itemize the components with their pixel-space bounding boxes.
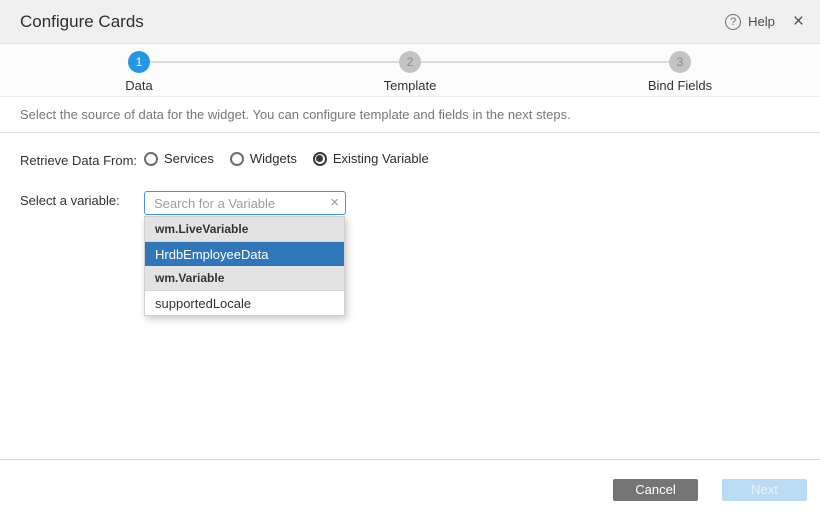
step-bind-fields[interactable]: 3 Bind Fields <box>620 51 740 93</box>
retrieve-data-row: Retrieve Data From: Services Widgets Exi… <box>20 151 800 168</box>
clear-search-icon[interactable]: × <box>330 194 339 211</box>
next-button[interactable]: Next <box>722 479 807 501</box>
radio-circle-icon <box>230 152 244 166</box>
radio-services[interactable]: Services <box>144 151 214 166</box>
dropdown-group-header: wm.LiveVariable <box>145 217 344 242</box>
configure-cards-dialog: Configure Cards ? Help × 1 Data 2 Templa… <box>0 0 820 519</box>
radio-existing-variable[interactable]: Existing Variable <box>313 151 429 166</box>
dialog-header: Configure Cards ? Help × <box>0 0 820 44</box>
radio-existing-variable-label: Existing Variable <box>333 151 429 166</box>
variable-select: × wm.LiveVariable HrdbEmployeeData wm.Va… <box>144 191 346 316</box>
dialog-title: Configure Cards <box>20 12 725 32</box>
dropdown-group-header: wm.Variable <box>145 266 344 291</box>
radio-widgets[interactable]: Widgets <box>230 151 297 166</box>
select-variable-label: Select a variable: <box>20 191 144 208</box>
dropdown-option-hrdbemployeedata[interactable]: HrdbEmployeeData <box>145 242 344 266</box>
step-template[interactable]: 2 Template <box>350 51 470 93</box>
step-3-circle: 3 <box>669 51 691 73</box>
data-source-radio-group: Services Widgets Existing Variable <box>144 151 429 166</box>
variable-search-box: × <box>144 191 346 215</box>
step-1-circle: 1 <box>128 51 150 73</box>
help-label: Help <box>748 14 775 29</box>
help-button[interactable]: ? Help <box>725 14 775 30</box>
dialog-footer: Cancel Next <box>0 459 820 519</box>
variable-dropdown-list: wm.LiveVariable HrdbEmployeeData wm.Vari… <box>144 216 345 316</box>
step-data[interactable]: 1 Data <box>79 51 199 93</box>
step-description: Select the source of data for the widget… <box>0 97 820 133</box>
wizard-stepper: 1 Data 2 Template 3 Bind Fields <box>0 44 820 97</box>
close-icon[interactable]: × <box>793 12 804 31</box>
radio-services-label: Services <box>164 151 214 166</box>
radio-widgets-label: Widgets <box>250 151 297 166</box>
retrieve-data-label: Retrieve Data From: <box>20 151 144 168</box>
dropdown-option-supportedlocale[interactable]: supportedLocale <box>145 291 344 315</box>
data-source-form: Retrieve Data From: Services Widgets Exi… <box>0 133 820 316</box>
help-icon: ? <box>725 14 741 30</box>
step-3-label: Bind Fields <box>620 78 740 93</box>
select-variable-row: Select a variable: × wm.LiveVariable Hrd… <box>20 191 800 316</box>
step-2-circle: 2 <box>399 51 421 73</box>
step-1-label: Data <box>79 78 199 93</box>
radio-circle-icon <box>313 152 327 166</box>
radio-circle-icon <box>144 152 158 166</box>
header-actions: ? Help × <box>725 12 804 31</box>
step-2-label: Template <box>350 78 470 93</box>
variable-search-input[interactable] <box>144 191 346 215</box>
cancel-button[interactable]: Cancel <box>613 479 698 501</box>
